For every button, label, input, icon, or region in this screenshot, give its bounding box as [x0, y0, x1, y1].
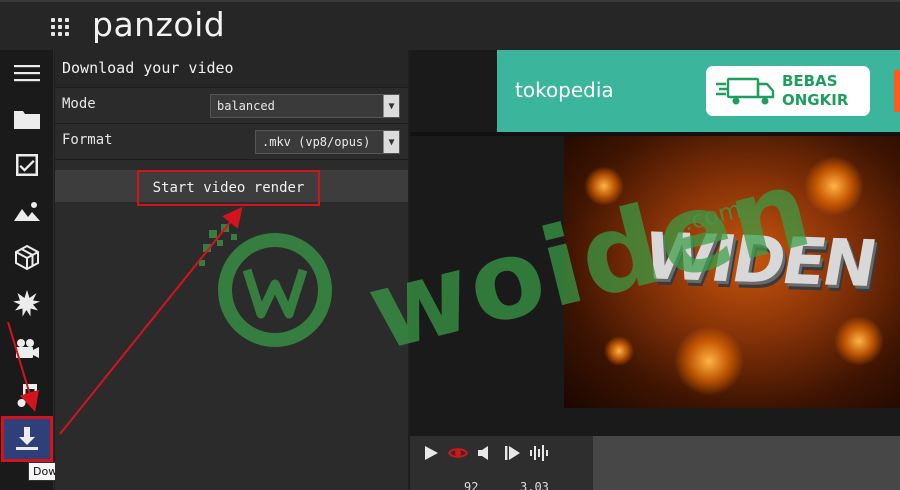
panel-title: Download your video	[55, 50, 408, 88]
volume-icon[interactable]	[474, 441, 496, 465]
player-controls: 92 3.03	[410, 436, 593, 490]
truck-icon	[716, 77, 775, 105]
preview-area: tokopedia BEBAS ONGKIR WIDEN 92 3.03	[410, 50, 900, 490]
waveform-icon[interactable]	[528, 441, 550, 465]
cube-icon[interactable]	[0, 234, 54, 280]
folder-icon[interactable]	[0, 96, 54, 142]
spark	[834, 316, 884, 366]
burst-icon[interactable]	[0, 280, 54, 326]
format-select[interactable]: .mkv (vp8/opus) ▼	[255, 130, 400, 154]
video-title-text: WIDEN	[638, 220, 880, 302]
chevron-down-icon: ▼	[383, 95, 399, 117]
apps-grid-icon[interactable]	[51, 18, 70, 37]
spark	[804, 156, 864, 216]
mode-row: Mode balanced ▼	[55, 88, 408, 124]
video-preview[interactable]: WIDEN	[564, 136, 900, 408]
time-right: 3.03	[520, 480, 549, 490]
ad-brand: tokopedia	[515, 78, 614, 102]
ad-badge: BEBAS ONGKIR	[706, 66, 870, 116]
download-panel: Download your video Mode balanced ▼ Form…	[55, 50, 408, 490]
image-icon[interactable]	[0, 188, 54, 234]
mode-select[interactable]: balanced ▼	[210, 94, 400, 118]
top-bar: panzoid	[0, 0, 900, 50]
play-icon[interactable]	[420, 441, 442, 465]
mode-label: Mode	[62, 96, 96, 112]
ad-badge-line2: ONGKIR	[782, 91, 849, 109]
mode-value: balanced	[217, 99, 275, 113]
spark	[604, 336, 634, 366]
format-value: .mkv (vp8/opus)	[262, 135, 371, 149]
step-forward-icon[interactable]	[501, 441, 523, 465]
checkbox-icon[interactable]	[0, 142, 54, 188]
start-render-button[interactable]: Start video render	[137, 170, 320, 206]
render-row: Start video render	[55, 170, 408, 206]
eye-icon[interactable]	[447, 441, 469, 465]
ad-badge-line1: BEBAS	[782, 72, 838, 90]
download-icon[interactable]	[1, 416, 53, 462]
spark	[584, 166, 624, 206]
ad-banner[interactable]: tokopedia BEBAS ONGKIR	[497, 50, 900, 132]
panel-spacer	[55, 160, 408, 170]
music-icon[interactable]	[0, 372, 54, 418]
camera-icon[interactable]	[0, 326, 54, 372]
sidebar	[0, 50, 54, 490]
app-logo[interactable]: panzoid	[92, 5, 225, 44]
time-left: 92	[464, 480, 479, 490]
timeline-area[interactable]	[593, 436, 900, 490]
menu-icon[interactable]	[0, 50, 54, 96]
ad-edge	[894, 70, 900, 112]
format-row: Format .mkv (vp8/opus) ▼	[55, 124, 408, 160]
format-label: Format	[62, 132, 113, 148]
chevron-down-icon: ▼	[383, 131, 399, 153]
spark	[674, 326, 744, 396]
